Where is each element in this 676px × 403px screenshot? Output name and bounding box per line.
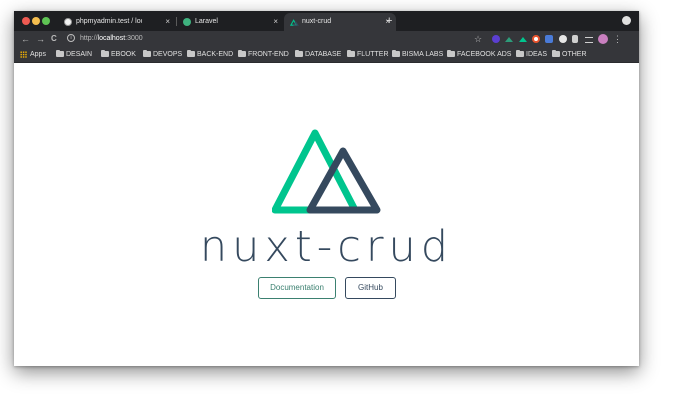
tab-phpmyadmin[interactable]: phpmyadmin.test / locall × [58, 13, 176, 31]
maximize-window-button[interactable] [42, 17, 50, 25]
bookmark-folder-desain[interactable]: DESAIN [56, 47, 92, 62]
menu-kebab-icon[interactable]: ⋮ [613, 32, 622, 46]
bookmark-label: DATABASE [305, 51, 342, 58]
extension-purple-icon[interactable] [492, 35, 500, 43]
close-window-button[interactable] [22, 17, 30, 25]
laravel-favicon-icon [183, 18, 191, 26]
browser-toolbar: ← → C i http://localhost:3000 ☆ ⋮ [14, 31, 639, 47]
nuxt-logo-icon [272, 129, 381, 214]
bookmark-label: FACEBOOK ADS [457, 51, 512, 58]
url-host: localhost [97, 35, 126, 42]
tab-title: nuxt-crud [302, 18, 332, 25]
folder-icon [295, 50, 303, 57]
bookmark-label: DEVOPS [153, 51, 183, 58]
folder-icon [392, 50, 400, 57]
folder-icon [101, 50, 109, 57]
documentation-button[interactable]: Documentation [258, 277, 336, 299]
folder-icon [187, 50, 195, 57]
tab-title: phpmyadmin.test / locall [76, 18, 142, 25]
tab-close-icon[interactable]: × [165, 13, 170, 31]
bookmark-label: IDEAS [526, 51, 548, 58]
tab-strip: phpmyadmin.test / locall × Laravel × nux… [14, 11, 639, 31]
bookmarks-bar: Apps DESAIN EBOOK DEVOPS BACK-END FRONT-… [14, 47, 639, 63]
account-icon[interactable] [622, 16, 631, 25]
vue-devtools-icon[interactable] [505, 37, 513, 42]
nuxt-favicon-icon [290, 19, 299, 26]
profile-avatar-icon[interactable] [598, 34, 608, 44]
reading-list-icon[interactable] [585, 37, 593, 43]
folder-icon [347, 50, 355, 57]
bookmark-label: FLUTTER [357, 51, 389, 58]
new-tab-button[interactable]: + [386, 14, 392, 28]
folder-icon [238, 50, 246, 57]
url-port: :3000 [125, 35, 143, 42]
extensions-puzzle-icon[interactable] [572, 35, 578, 43]
bookmark-folder-bisma-labs[interactable]: BISMA LABS [392, 47, 443, 62]
bookmark-label: DESAIN [66, 51, 93, 58]
folder-icon [143, 50, 151, 57]
bookmark-folder-database[interactable]: DATABASE [295, 47, 341, 62]
github-button[interactable]: GitHub [345, 277, 396, 299]
tab-laravel[interactable]: Laravel × [177, 13, 284, 31]
bookmark-label: Apps [30, 51, 46, 58]
bookmark-label: BACK-END [197, 51, 234, 58]
bookmark-folder-facebook-ads[interactable]: FACEBOOK ADS [447, 47, 511, 62]
folder-icon [447, 50, 455, 57]
bookmark-folder-ebook[interactable]: EBOOK [101, 47, 136, 62]
bookmark-folder-devops[interactable]: DEVOPS [143, 47, 182, 62]
minimize-window-button[interactable] [32, 17, 40, 25]
tab-nuxt-crud[interactable]: nuxt-crud × [284, 13, 396, 31]
nuxt-extension-icon[interactable] [519, 37, 527, 42]
extension-white-icon[interactable] [559, 35, 567, 43]
address-bar[interactable]: http://localhost:3000 [80, 31, 143, 47]
page-viewport: nuxt-crud Documentation GitHub [14, 63, 639, 366]
phpmyadmin-favicon-icon [64, 18, 72, 26]
forward-button[interactable]: → [36, 32, 45, 46]
folder-icon [552, 50, 560, 57]
bookmark-star-icon[interactable]: ☆ [474, 32, 482, 46]
folder-icon [516, 50, 524, 57]
bookmark-label: BISMA LABS [402, 51, 444, 58]
page-title: nuxt-crud [199, 222, 454, 272]
site-info-icon[interactable]: i [67, 34, 75, 42]
bookmark-folder-ideas[interactable]: IDEAS [516, 47, 547, 62]
url-scheme: http:// [80, 35, 98, 42]
extension-red-ring-icon[interactable] [532, 35, 540, 43]
bookmark-folder-other[interactable]: OTHER [552, 47, 587, 62]
bookmark-label: OTHER [562, 51, 587, 58]
bookmark-apps[interactable]: Apps [20, 47, 46, 62]
bookmark-folder-front-end[interactable]: FRONT-END [238, 47, 289, 62]
back-button[interactable]: ← [21, 32, 30, 46]
bookmark-folder-back-end[interactable]: BACK-END [187, 47, 233, 62]
bookmark-label: EBOOK [111, 51, 136, 58]
apps-grid-icon [20, 51, 27, 58]
reload-button[interactable]: C [51, 32, 57, 46]
bookmark-folder-flutter[interactable]: FLUTTER [347, 47, 389, 62]
extension-blue-icon[interactable] [545, 35, 553, 43]
tab-title: Laravel [195, 18, 218, 25]
folder-icon [56, 50, 64, 57]
tab-close-icon[interactable]: × [273, 13, 278, 31]
browser-window: phpmyadmin.test / locall × Laravel × nux… [14, 11, 639, 366]
bookmark-label: FRONT-END [248, 51, 289, 58]
